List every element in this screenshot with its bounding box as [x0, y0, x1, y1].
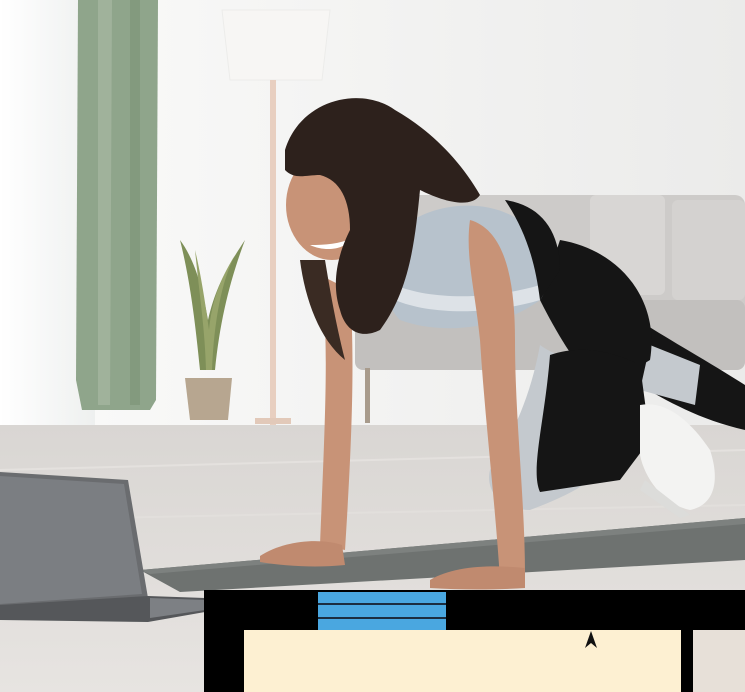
- highlighted-tab[interactable]: [318, 592, 446, 630]
- side-panel: [693, 630, 745, 692]
- curtain: [76, 0, 158, 410]
- workout-photo: [0, 0, 745, 692]
- pointer-icon: [585, 631, 597, 648]
- content-panel: [244, 630, 681, 692]
- overlay-bar: [204, 590, 745, 692]
